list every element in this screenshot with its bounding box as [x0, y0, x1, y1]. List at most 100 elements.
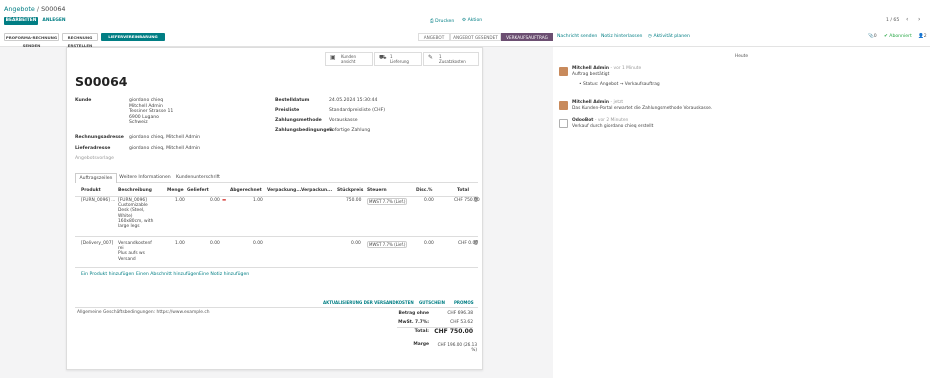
- pencil-icon: ✎: [428, 54, 434, 61]
- pricelist-label: Preisliste: [275, 108, 300, 113]
- pricelist-field[interactable]: Standardpreisliste (CHF): [329, 108, 385, 113]
- payment-terms-field[interactable]: Sofortige Zahlung: [329, 128, 370, 133]
- order-date-field[interactable]: 24.05.2024 15:30:44: [329, 98, 377, 103]
- stage-sales-order[interactable]: VERKAUFSAUFTRAG: [501, 33, 553, 41]
- avatar[interactable]: [559, 67, 568, 76]
- row-discount[interactable]: 0.00: [424, 241, 434, 246]
- message-body: Verkauf durch giordano chieq erstellt: [572, 124, 654, 129]
- payment-terms-label: Zahlungsbedingungen: [275, 128, 333, 133]
- table-header-divider: [75, 196, 478, 197]
- followers-button[interactable]: 👤2: [918, 34, 927, 39]
- promotions-button[interactable]: PROMOS: [454, 300, 474, 305]
- stage-quotation-sent[interactable]: ANGEBOT GESENDET: [450, 33, 501, 41]
- row-discount[interactable]: 0.00: [424, 198, 434, 203]
- customer-field[interactable]: giordano chieq: [129, 98, 163, 103]
- odoobot-avatar[interactable]: [559, 119, 568, 128]
- follow-button[interactable]: ✔ Abonniert: [884, 34, 912, 39]
- col-packaging[interactable]: Verpackung...: [267, 188, 301, 193]
- pager-prev-icon[interactable]: ‹: [906, 16, 908, 23]
- margin-label: Marge: [413, 342, 429, 347]
- row-invoiced: 0.00: [253, 241, 263, 246]
- order-number: S00064: [75, 74, 128, 89]
- trash-icon[interactable]: 🗑: [473, 198, 479, 203]
- attachments-count[interactable]: 📎0: [868, 34, 877, 39]
- row-invoiced: 1.00: [253, 198, 263, 203]
- update-shipping-button[interactable]: AKTUALISIERUNG DER VERSANDKOSTEN: [323, 300, 414, 305]
- col-packaging-qty[interactable]: Verpackun...: [301, 188, 332, 193]
- row-quantity[interactable]: 1.00: [175, 241, 185, 246]
- col-product[interactable]: Produkt: [81, 188, 101, 193]
- pager-value[interactable]: 1 / 65: [886, 18, 899, 23]
- log-note-button[interactable]: Notiz hinterlassen: [601, 34, 642, 39]
- forecast-warning-icon[interactable]: ▬: [222, 198, 226, 203]
- stage-quotation[interactable]: ANGEBOT: [418, 33, 450, 41]
- avatar[interactable]: [559, 101, 568, 110]
- col-delivered[interactable]: Geliefert: [187, 188, 209, 193]
- row-unit-price[interactable]: 750.00: [346, 198, 361, 203]
- margin-value: CHF 196.00 (26.13 %): [437, 342, 477, 352]
- send-proforma-button[interactable]: PROFORMA-RECHNUNG SENDEN: [4, 33, 59, 48]
- payment-method-label: Zahlungsmethode: [275, 118, 322, 123]
- message-body: Auftrag bestätigt: [572, 72, 610, 77]
- payment-method-field[interactable]: Vorauskasse: [329, 118, 358, 123]
- row-delivered: 0.00: [210, 198, 220, 203]
- create-invoice-button[interactable]: RECHNUNG ERSTELLEN: [62, 33, 98, 48]
- smart-button-customer-preview[interactable]: ▣ Kunden ansicht: [325, 52, 373, 66]
- col-invoiced[interactable]: Abgerechnet: [230, 188, 262, 193]
- invoice-address-label: Rechnungsadresse: [75, 135, 124, 140]
- print-button[interactable]: ⎙ Drucken: [430, 18, 454, 24]
- pager-next-icon[interactable]: ›: [918, 16, 920, 23]
- chatter-panel: Heute Mitchell Admin - vor 1 Minute Auft…: [553, 47, 930, 378]
- add-product-link[interactable]: Ein Produkt hinzufügen: [81, 272, 134, 277]
- add-section-link[interactable]: Einen Abschnitt hinzufügen: [136, 272, 199, 277]
- row-tax-tag[interactable]: MWST 7.7% (Lief.): [367, 241, 408, 249]
- tab-customer-signature[interactable]: Kundenunterschrift: [173, 173, 223, 183]
- add-note-link[interactable]: Eine Notiz hinzufügen: [199, 272, 249, 277]
- message-author: Mitchell Admin - jetzt: [572, 100, 624, 105]
- smart-button-extra-costs[interactable]: ✎ 1 Zusatzkosten: [423, 52, 479, 66]
- invoice-address-field[interactable]: giordano chieq, Mitchell Admin: [129, 135, 200, 140]
- col-discount[interactable]: Disc.%: [416, 188, 432, 193]
- confirm-delivery-button[interactable]: LIEFERVEREINBARUNG BESTÄTIGEN: [101, 33, 165, 47]
- row-quantity[interactable]: 1.00: [175, 198, 185, 203]
- col-unit-price[interactable]: Stückpreis: [337, 188, 363, 193]
- col-taxes[interactable]: Steuern: [367, 188, 387, 193]
- tracking-value: • Status: Angebot → Verkaufsauftrag: [579, 82, 660, 87]
- create-button[interactable]: ANLEGEN: [40, 17, 68, 25]
- date-divider: Heute: [734, 54, 749, 59]
- bottom-divider: [75, 307, 478, 308]
- schedule-activity-button[interactable]: ◷ Aktivität planen: [648, 34, 690, 39]
- breadcrumb-separator: /: [36, 5, 40, 13]
- delivery-address-field[interactable]: giordano chieq, Mitchell Admin: [129, 146, 200, 151]
- row-product[interactable]: [FURN_0096] ...: [81, 198, 115, 203]
- untaxed-label: Betrag ohne: [398, 311, 429, 316]
- breadcrumb-parent[interactable]: Angebote: [4, 5, 35, 13]
- tab-order-lines[interactable]: Auftragszeilen: [75, 173, 117, 183]
- total-value: CHF 750.00: [434, 328, 473, 335]
- col-description[interactable]: Beschreibung: [118, 188, 152, 193]
- untaxed-value: CHF 696.38: [447, 311, 473, 316]
- col-total[interactable]: Total: [457, 188, 469, 193]
- trash-icon[interactable]: 🗑: [473, 241, 479, 246]
- action-button[interactable]: ⚙ Aktion: [462, 18, 482, 23]
- tax-label: MwSt. 7.7%:: [398, 320, 429, 325]
- send-message-button[interactable]: Nachricht senden: [557, 34, 597, 39]
- tax-value: CHF 53.62: [450, 320, 473, 325]
- customer-address: Mitchell Admin Tessiner Strasse 11 6900 …: [129, 104, 174, 126]
- truck-icon: ⛟: [379, 54, 387, 61]
- row-tax-tag[interactable]: MWST 7.7% (Lief.): [367, 198, 408, 206]
- row-product[interactable]: [Delivery_007]: [81, 241, 113, 246]
- smart-button-delivery[interactable]: ⛟ 1 Lieferung: [374, 52, 422, 66]
- total-label: Total:: [414, 329, 429, 334]
- col-quantity[interactable]: Menge: [167, 188, 184, 193]
- row-description[interactable]: Versandkostenf rei Plus aufs ws Versand: [118, 241, 152, 262]
- tab-other-info[interactable]: Weitere Informationen: [117, 173, 173, 183]
- row-description[interactable]: [FURN_0096] Customizable Desk (Steel, Wh…: [118, 198, 153, 229]
- coupon-button[interactable]: GUTSCHEIN: [419, 300, 445, 305]
- message-author: OdooBot - vor 2 Minuten: [572, 118, 629, 123]
- row-unit-price[interactable]: 0.00: [351, 241, 361, 246]
- breadcrumb-current: S00064: [41, 5, 66, 13]
- edit-button[interactable]: BEARBEITEN: [4, 17, 38, 25]
- terms-conditions[interactable]: Allgemeine Geschäftsbedingungen: https:/…: [77, 310, 210, 315]
- breadcrumb: Angebote / S00064: [4, 5, 65, 13]
